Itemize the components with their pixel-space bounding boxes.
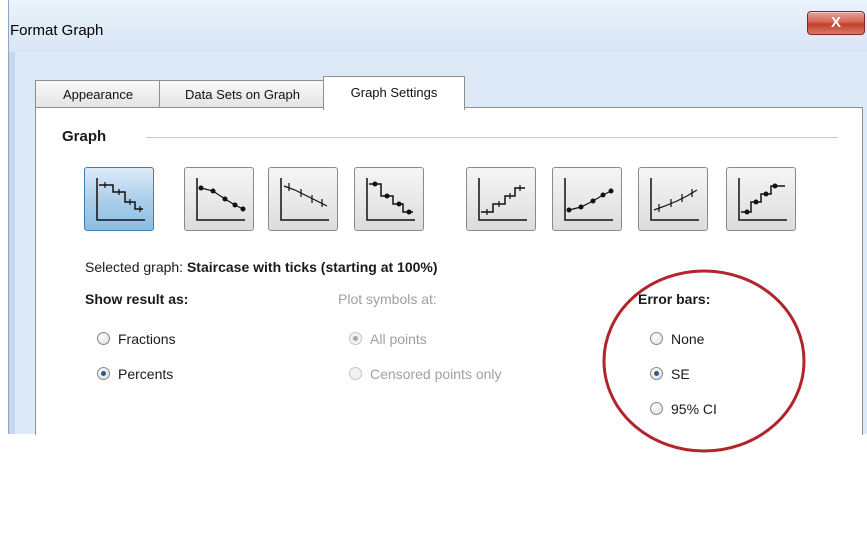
graph-group-label: Graph — [62, 128, 115, 145]
radio-circle-icon — [349, 367, 362, 380]
radio-circle-icon — [650, 402, 663, 415]
window-title: Format Graph — [10, 22, 104, 39]
radio-checked-icon — [650, 367, 663, 380]
staircase-points-ascending-icon — [738, 178, 787, 221]
staircase-points-declining-icon — [366, 178, 415, 221]
ticks-declining-icon — [280, 178, 329, 221]
title-bar[interactable]: Format Graph X — [9, 0, 867, 52]
staircase-with-ticks-icon — [96, 178, 145, 221]
points-declining-icon — [196, 178, 246, 221]
tab-graph-settings[interactable]: Graph Settings — [323, 76, 465, 110]
error-bars-label: Error bars: — [638, 291, 711, 307]
tab-appearance[interactable]: Appearance — [35, 80, 161, 108]
show-result-label: Show result as: — [85, 291, 189, 307]
radio-label: Percents — [118, 366, 174, 382]
radio-label: None — [671, 331, 705, 347]
graph-type-ticks-declining-button[interactable] — [268, 167, 338, 231]
selected-graph-value: Staircase with ticks (starting at 100%) — [186, 259, 438, 275]
graph-type-points-staircase-ascending-button[interactable] — [726, 167, 796, 231]
selected-graph-prefix: Selected graph: — [85, 259, 184, 275]
staircase-ascending-icon — [478, 178, 527, 221]
group-divider — [146, 137, 838, 138]
format-graph-dialog: Format Graph X Appearance Data Sets on G… — [8, 0, 867, 453]
graph-type-points-ascending-button[interactable] — [552, 167, 622, 231]
close-button[interactable]: X — [807, 11, 865, 35]
radio-circle-icon — [650, 332, 663, 345]
radio-checked-icon — [97, 367, 110, 380]
selected-graph-text: Selected graph: Staircase with ticks (st… — [85, 259, 438, 275]
plot-symbols-label: Plot symbols at: — [338, 291, 437, 307]
ticks-ascending-icon — [650, 178, 699, 221]
graph-type-staircase-ascending-button[interactable] — [466, 167, 536, 231]
points-ascending-icon — [564, 178, 614, 221]
tab-data-sets-on-graph[interactable]: Data Sets on Graph — [159, 80, 326, 108]
graph-settings-panel: Graph Selected graph: Staircase with tic… — [35, 107, 863, 453]
radio-label: 95% CI — [671, 401, 717, 417]
radio-label: Censored points only — [370, 366, 502, 382]
radio-label: All points — [370, 331, 427, 347]
window-frame-edge — [9, 0, 15, 434]
radio-label: SE — [671, 366, 690, 382]
radio-label: Fractions — [118, 331, 176, 347]
graph-type-points-staircase-declining-button[interactable] — [354, 167, 424, 231]
graph-type-ticks-ascending-button[interactable] — [638, 167, 708, 231]
radio-checked-icon — [349, 332, 362, 345]
graph-type-points-declining-button[interactable] — [184, 167, 254, 231]
radio-circle-icon — [97, 332, 110, 345]
graph-type-staircase-ticks-button[interactable] — [84, 167, 154, 231]
